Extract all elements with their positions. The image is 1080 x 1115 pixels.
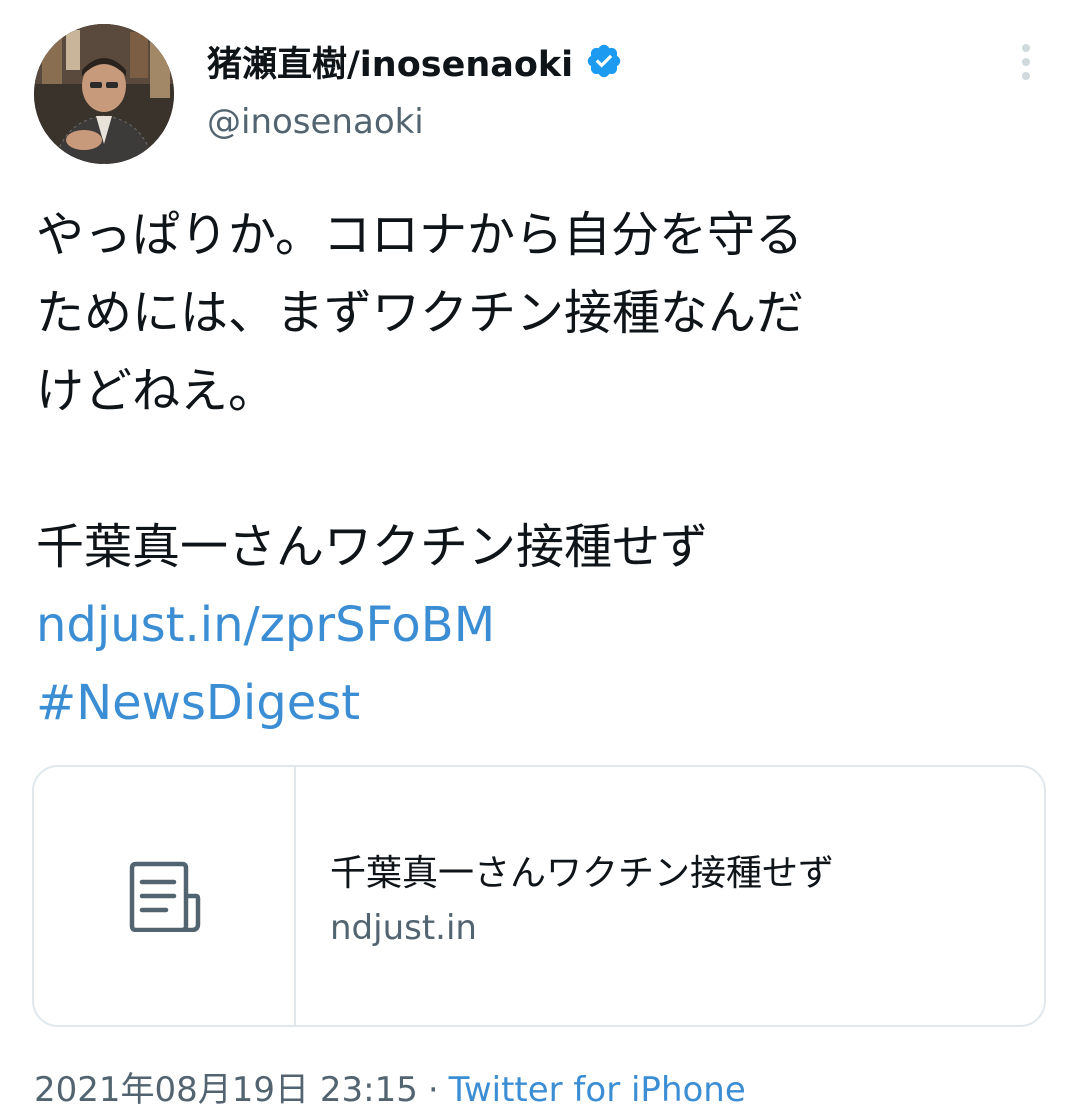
- card-body: 千葉真一さんワクチン接種せず ndjust.in: [296, 767, 1044, 1025]
- verified-badge-icon: [585, 42, 623, 80]
- tweet-text-line: けどねえ。: [36, 363, 277, 419]
- hashtag-link[interactable]: #NewsDigest: [36, 664, 1046, 742]
- tweet-text: やっぱりか。コロナから自分を守る ためには、まずワクチン接種なんだ けどねえ。 …: [36, 196, 1046, 742]
- tweet-meta: 2021年08月19日 23:15 · Twitter for iPhone: [34, 1062, 746, 1111]
- tweet-text-line: ためには、まずワクチン接種なんだ: [36, 285, 805, 341]
- card-thumbnail: [34, 767, 296, 1025]
- link-preview-card[interactable]: 千葉真一さんワクチン接種せず ndjust.in: [32, 765, 1046, 1027]
- avatar-photo: [34, 24, 174, 164]
- source-link[interactable]: Twitter for iPhone: [449, 1070, 746, 1110]
- tweet-text-line: やっぱりか。コロナから自分を守る: [36, 207, 804, 263]
- display-name-text: 猪瀬直樹/inosenaoki: [207, 44, 574, 85]
- timestamp[interactable]: 2021年08月19日 23:15: [34, 1070, 418, 1110]
- tweet-link[interactable]: ndjust.in/zprSFoBM: [36, 586, 1046, 664]
- card-title: 千葉真一さんワクチン接種せず: [330, 853, 835, 894]
- more-vertical-icon[interactable]: [1014, 42, 1038, 82]
- tweet-text-line: 千葉真一さんワクチン接種せず: [36, 519, 709, 575]
- card-domain: ndjust.in: [330, 908, 477, 948]
- meta-separator: ·: [427, 1070, 439, 1110]
- display-name[interactable]: 猪瀬直樹/inosenaoki: [207, 38, 623, 85]
- article-document-icon: [129, 861, 201, 932]
- avatar[interactable]: [34, 24, 174, 164]
- handle[interactable]: @inosenaoki: [207, 102, 424, 142]
